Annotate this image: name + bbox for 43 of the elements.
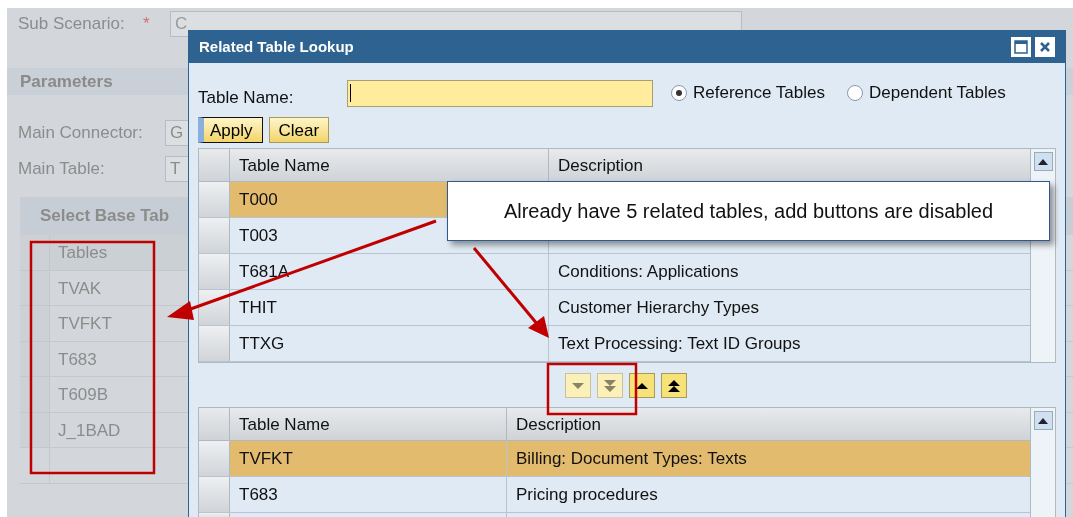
column-header: Tables xyxy=(50,235,188,270)
row-selector[interactable] xyxy=(199,290,230,325)
table-cell-text: TVAK xyxy=(57,277,103,300)
up-arrow-icon xyxy=(1038,417,1048,424)
column-header[interactable]: Description xyxy=(549,149,1030,181)
table-cell-text: J_1BAD xyxy=(57,419,122,442)
table-cell-text: Pricing procedures xyxy=(515,484,659,507)
scrollbar[interactable] xyxy=(1030,408,1055,517)
field-label: Main Table: xyxy=(18,158,106,181)
input-field[interactable] xyxy=(347,79,653,107)
scroll-up-button[interactable] xyxy=(1033,411,1053,431)
button[interactable]: Clear xyxy=(268,117,330,143)
double-down-arrow-icon xyxy=(602,377,618,394)
up-arrow-icon xyxy=(1038,158,1048,165)
table-cell-text: Conditions: Applications xyxy=(557,261,740,283)
close-button[interactable] xyxy=(1035,37,1055,57)
move-button[interactable] xyxy=(661,373,687,398)
table-cell-text: Text Processing: Text ID Groups xyxy=(557,333,802,355)
required-mark: * xyxy=(143,13,151,36)
field-label: Sub Scenario: xyxy=(18,13,126,36)
button[interactable]: Apply xyxy=(198,117,263,143)
table-cell: T683 xyxy=(230,477,507,513)
maximize-button[interactable] xyxy=(1011,37,1031,57)
scroll-up-button[interactable] xyxy=(1033,152,1053,171)
table-cell-text: TVFKT xyxy=(57,313,113,335)
table-cell: Billing: Document Types: Texts xyxy=(507,441,1030,477)
maximize-icon xyxy=(1014,40,1028,54)
field-label: Main Connector: xyxy=(18,122,144,145)
window-title: Related Table Lookup xyxy=(199,36,355,57)
column-header[interactable]: Description xyxy=(507,408,1030,441)
table-cell: T681A xyxy=(230,254,549,289)
table-cell-text: T683 xyxy=(57,348,98,371)
table-cell-text: T609B xyxy=(57,384,110,406)
close-icon xyxy=(1039,41,1051,53)
double-up-arrow-icon xyxy=(666,377,682,394)
table-cell: TVFKT xyxy=(230,441,507,477)
table-cell-text: Customer Hierarchy Types xyxy=(557,297,760,319)
row-selector[interactable] xyxy=(20,306,50,341)
row-selector[interactable] xyxy=(20,377,50,412)
move-button[interactable] xyxy=(629,373,655,398)
column-header[interactable]: Table Name xyxy=(230,408,507,441)
callout: Already have 5 related tables, add buttons are disabled xyxy=(447,181,1050,241)
row-selector[interactable] xyxy=(20,235,50,270)
